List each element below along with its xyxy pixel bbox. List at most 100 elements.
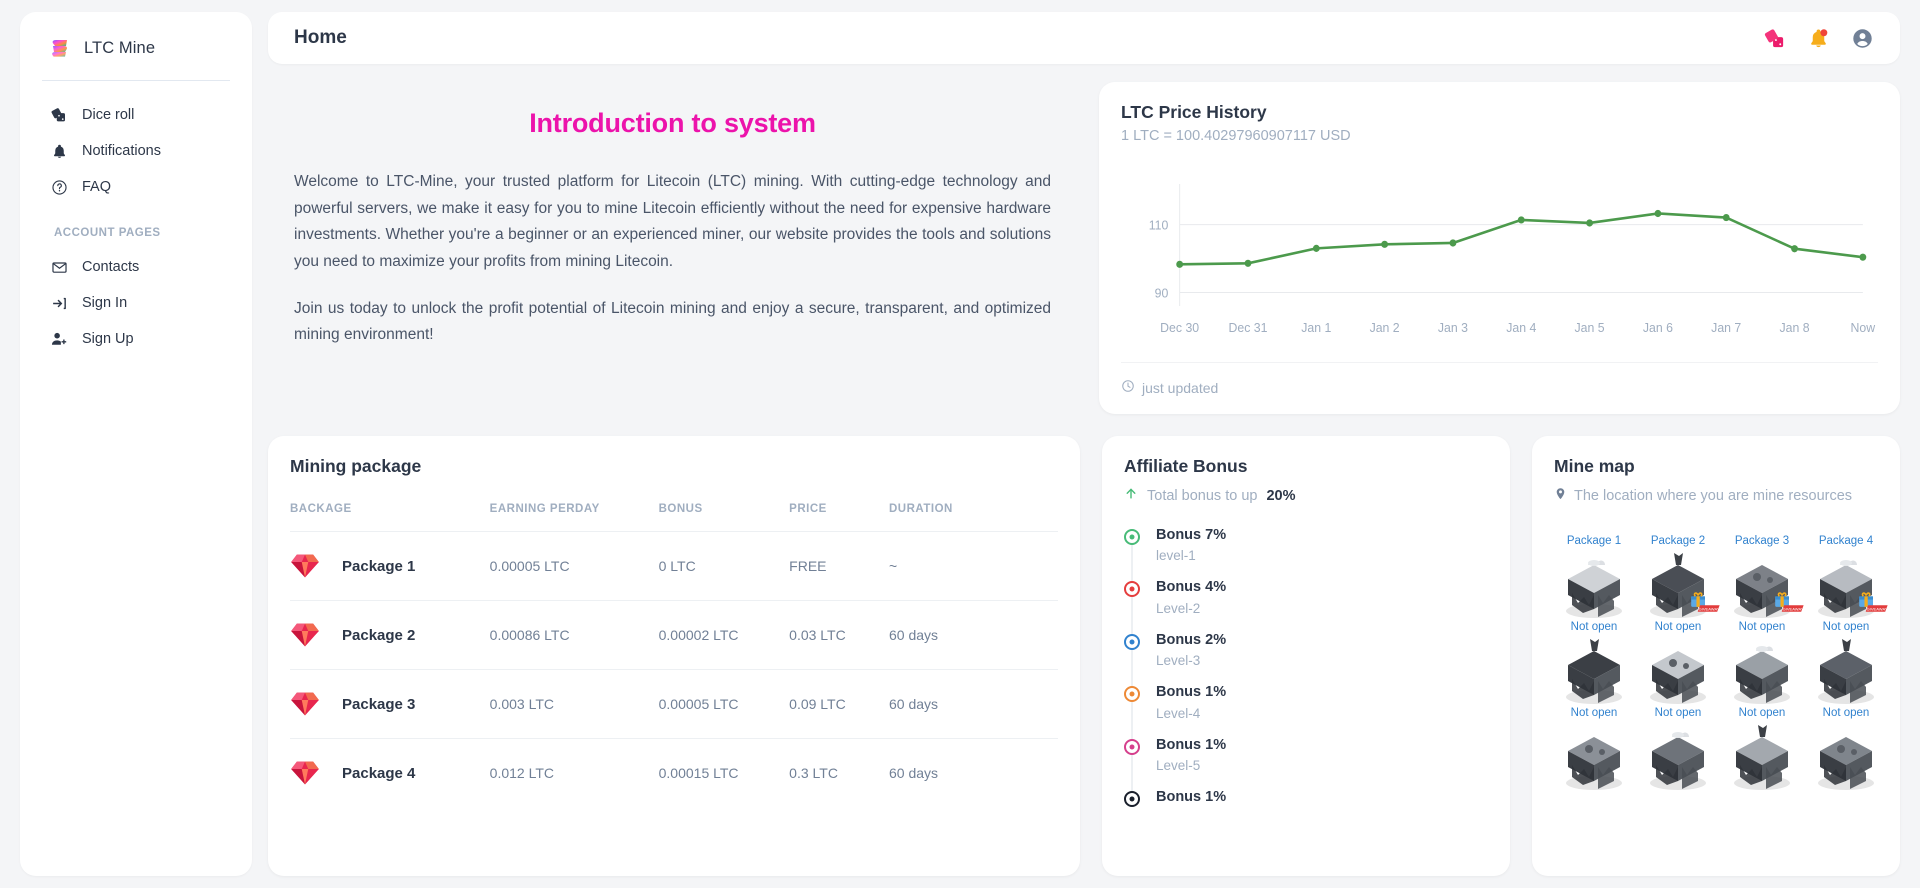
affiliate-level-item[interactable]: Bonus 1% <box>1124 789 1488 807</box>
svg-text:110: 110 <box>1149 218 1169 232</box>
mine-map-cell-label: Not open <box>1738 621 1786 633</box>
cell-package: Package 1 <box>290 531 490 601</box>
intro-paragraph: Welcome to LTC-Mine, your trusted platfo… <box>294 173 1051 270</box>
cell-price: 0.3 LTC <box>789 765 838 781</box>
sidebar-item-dice-roll[interactable]: Dice roll <box>20 97 252 133</box>
mine-map-cell-label: Package 2 <box>1650 535 1706 547</box>
sidebar-item-sign-in[interactable]: Sign In <box>20 285 252 321</box>
affiliate-level-label: Level-4 <box>1156 705 1201 721</box>
price-line-chart: 90 110 Dec 30 Dec 31 Jan 1 Jan 2 Jan 3 Jan 4 Jan… <box>1121 166 1878 346</box>
chart-footer: just updated <box>1121 362 1878 396</box>
affiliate-level-item[interactable]: Bonus 2% Level-3 <box>1124 631 1488 687</box>
timeline-connector <box>1131 649 1133 687</box>
affiliate-level-item[interactable]: Bonus 7% level-1 <box>1124 527 1488 582</box>
mine-map-cell[interactable]: Package 4 GIVEAWAY <box>1806 535 1888 621</box>
island-wrapper <box>1638 635 1718 707</box>
content-bottom-row: Mining package BACKAGE EARNING PERDAY BO… <box>268 436 1900 876</box>
package-name: Package 1 <box>342 557 416 575</box>
cell-package: Package 4 <box>290 739 490 808</box>
mine-map-cell[interactable]: Package 1 <box>1554 535 1634 621</box>
mine-map-cell-label: Package 3 <box>1734 535 1790 547</box>
cell-package: Package 2 <box>290 600 490 670</box>
mine-map-cell[interactable]: Not open <box>1554 621 1634 707</box>
cell-package: Package 3 <box>290 669 490 739</box>
mine-map-subtitle-text: The location where you are mine resource… <box>1574 487 1853 504</box>
mine-map-cell[interactable]: Package 2 GIVEAWAY <box>1638 535 1720 621</box>
island-icon <box>1818 737 1874 790</box>
clock-icon <box>1121 379 1135 396</box>
island-icon <box>1734 725 1790 790</box>
table-row[interactable]: Package 3 0.003 LTC 0.00005 LTC 0.09 LTC 60 … <box>290 669 1058 739</box>
mining-package-table: BACKAGE EARNING PERDAY BONUS PRICE DURAT… <box>290 503 1058 807</box>
sidebar-item-contacts[interactable]: Contacts <box>20 249 252 285</box>
mine-map-cell[interactable]: Not open <box>1806 621 1886 707</box>
mine-map-cell[interactable]: Not open <box>1806 707 1886 793</box>
gift-ribbon-icon: GIVEAWAY <box>1775 592 1804 612</box>
svg-text:Now: Now <box>1851 321 1876 335</box>
mine-map-cell[interactable]: Not open <box>1638 621 1718 707</box>
affiliate-level-item[interactable]: Bonus 1% Level-4 <box>1124 684 1488 739</box>
affiliate-level-label: Level-5 <box>1156 757 1201 773</box>
sidebar-item-notifications[interactable]: Notifications <box>20 133 252 169</box>
cell-duration: 60 days <box>889 765 939 781</box>
mine-map-cell[interactable]: Package 3 GIVEAWAY <box>1722 535 1804 621</box>
table-row[interactable]: Package 4 0.012 LTC 0.00015 LTC 0.3 LTC 60 d… <box>290 739 1058 808</box>
mine-map-cell[interactable]: Not open <box>1722 621 1802 707</box>
gem-icon <box>291 761 319 785</box>
mine-map-subtitle: The location where you are mine resource… <box>1554 486 1878 505</box>
intro-paragraph: Join us today to unlock the profit poten… <box>294 299 1051 344</box>
timeline-connector <box>1131 702 1133 739</box>
island-icon <box>1566 737 1622 790</box>
affiliate-level-list: Bonus 7% level-1 Bonus 4% Level-2 Bonus 2% Le… <box>1124 527 1488 807</box>
sidebar: LTC Mine Dice roll Notifications FAQ ACC… <box>20 12 252 876</box>
package-name: Package 2 <box>342 626 416 644</box>
mine-map-title: Mine map <box>1554 456 1635 476</box>
bell-icon[interactable] <box>1806 26 1830 50</box>
island-icon <box>1650 651 1706 704</box>
gem-icon <box>291 692 319 716</box>
account-circle-icon[interactable] <box>1850 26 1874 50</box>
svg-text:Jan 4: Jan 4 <box>1506 321 1536 335</box>
affiliate-bonus-label: Bonus 2% <box>1156 631 1227 648</box>
gradient-s-logo-icon <box>48 36 72 60</box>
affiliate-level-item[interactable]: Bonus 1% Level-5 <box>1124 737 1488 791</box>
svg-text:GIVEAWAY: GIVEAWAY <box>1867 607 1888 612</box>
island-wrapper: GIVEAWAY <box>1722 549 1804 621</box>
mine-map-grid: Package 1 Package 2 GIVEAWAY Package 3 GIVEA… <box>1554 535 1888 793</box>
brand-name: LTC Mine <box>84 38 156 57</box>
mine-map-cell[interactable]: Not open <box>1638 707 1718 793</box>
col-backage: BACKAGE <box>290 503 490 532</box>
cell-duration: ~ <box>889 531 1058 601</box>
sidebar-item-label: Sign Up <box>82 331 134 347</box>
col-earning-perday: EARNING PERDAY <box>489 503 659 532</box>
level-dot-icon <box>1124 581 1140 598</box>
svg-text:90: 90 <box>1155 286 1169 300</box>
mine-map-cell-label: Not open <box>1570 621 1618 633</box>
svg-text:Jan 3: Jan 3 <box>1438 321 1468 335</box>
gem-icon <box>291 554 319 578</box>
mine-map-cell[interactable]: Not open <box>1722 707 1802 793</box>
svg-text:Jan 5: Jan 5 <box>1575 321 1605 335</box>
mine-map-cell[interactable]: Not open <box>1554 707 1634 793</box>
sidebar-item-faq[interactable]: FAQ <box>20 169 252 205</box>
table-header-row: BACKAGE EARNING PERDAY BONUS PRICE DURAT… <box>290 503 1058 532</box>
sidebar-item-sign-up[interactable]: Sign Up <box>20 321 252 357</box>
gem-icon <box>291 623 319 647</box>
col-duration: DURATION <box>889 503 1058 532</box>
svg-text:Dec 31: Dec 31 <box>1229 321 1268 335</box>
affiliate-title: Affiliate Bonus <box>1124 456 1248 476</box>
table-row[interactable]: Package 2 0.00086 LTC 0.00002 LTC 0.03 LTC 6… <box>290 600 1058 670</box>
sidebar-item-label: Sign In <box>82 295 128 311</box>
svg-text:Jan 6: Jan 6 <box>1643 321 1673 335</box>
table-row[interactable]: Package 1 0.00005 LTC 0 LTC FREE ~ <box>290 531 1058 601</box>
island-icon <box>1566 639 1622 704</box>
cell-earning: 0.012 LTC <box>489 765 555 781</box>
app-root: LTC Mine Dice roll Notifications FAQ ACC… <box>0 0 1920 888</box>
dice-icon[interactable] <box>1762 26 1786 50</box>
island-wrapper <box>1806 721 1886 793</box>
brand[interactable]: LTC Mine <box>20 12 252 80</box>
cell-price: 0.03 LTC <box>789 600 889 670</box>
affiliate-bonus-card: Affiliate Bonus Total bonus to up 20% Bo… <box>1102 436 1510 876</box>
affiliate-level-item[interactable]: Bonus 4% Level-2 <box>1124 579 1488 634</box>
level-dot-icon <box>1124 633 1140 650</box>
